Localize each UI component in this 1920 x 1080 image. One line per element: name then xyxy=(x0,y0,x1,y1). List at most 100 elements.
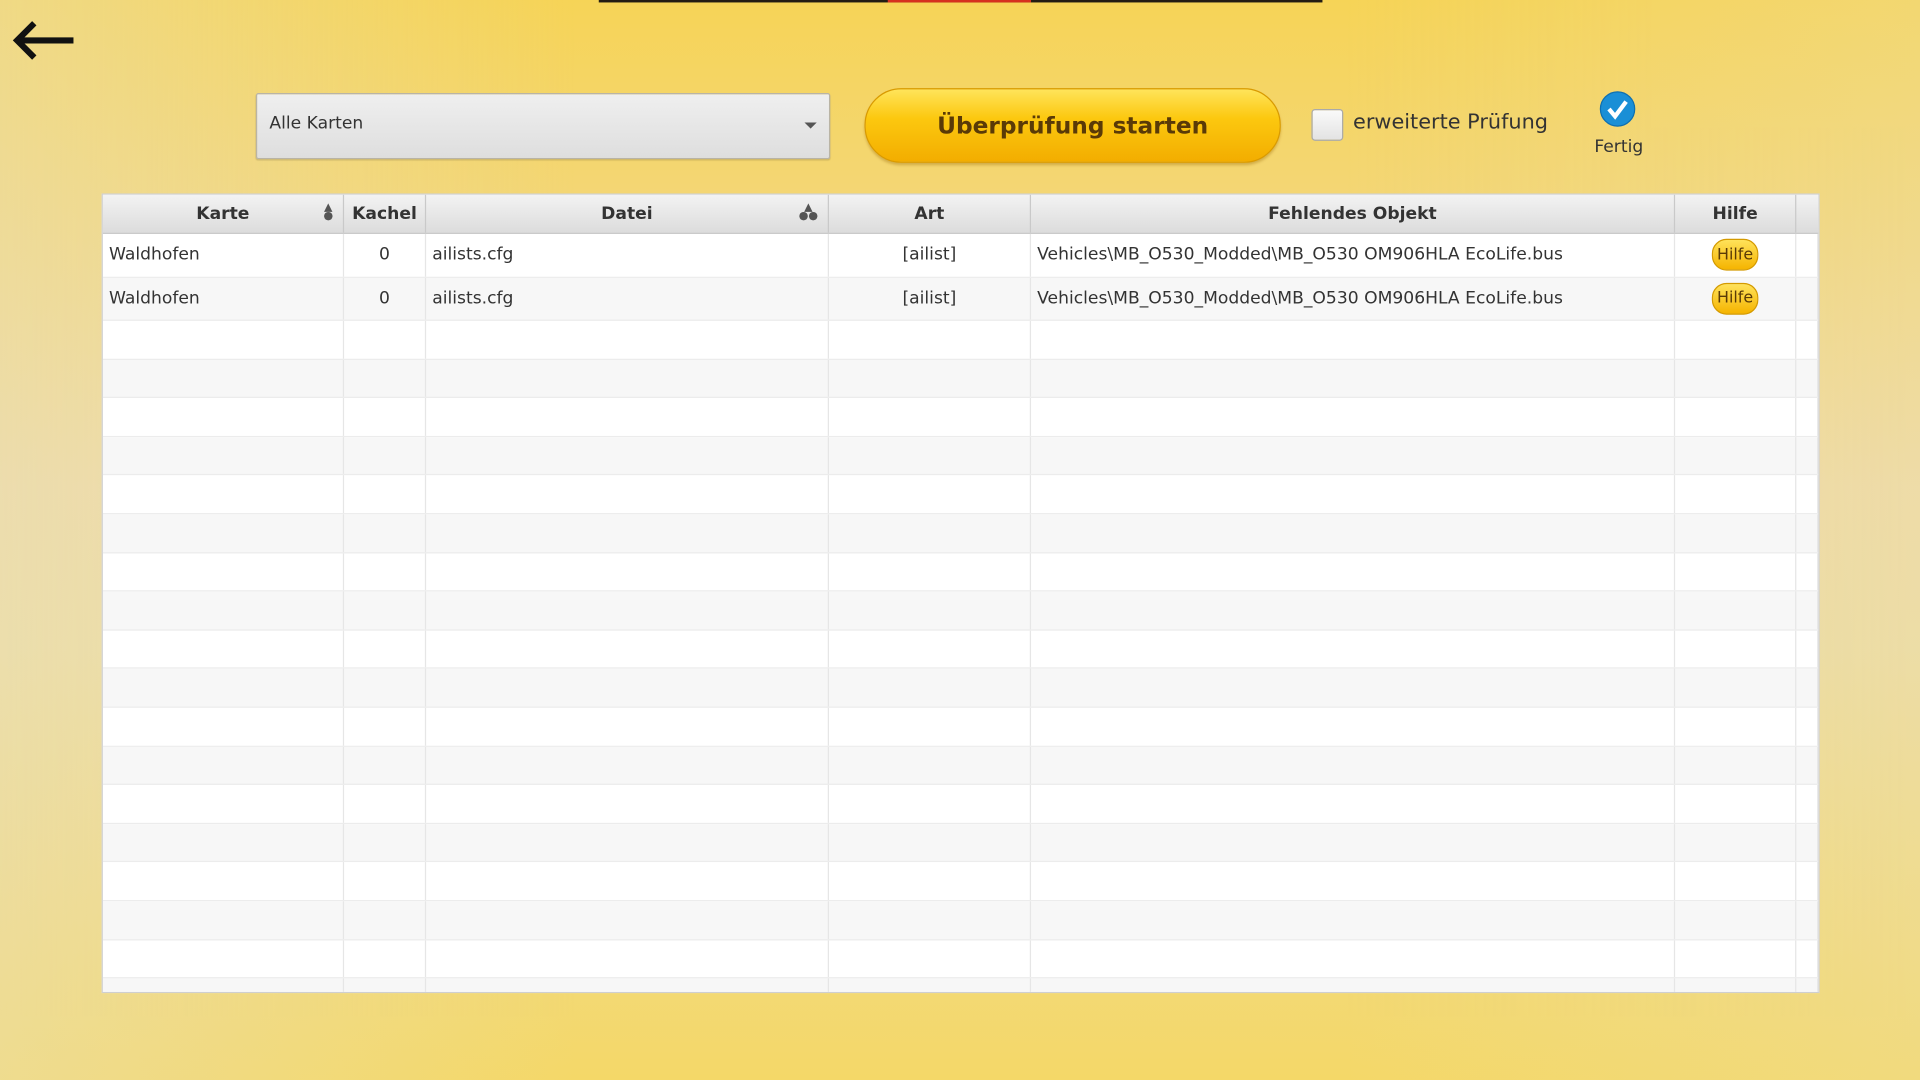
column-header-datei[interactable]: Datei ▲ ●● xyxy=(426,194,829,233)
empty-table-row xyxy=(102,436,1819,476)
cell-filler xyxy=(1796,978,1819,992)
cell-text: [ailist] xyxy=(902,288,957,309)
empty-table-row xyxy=(102,785,1819,824)
checkmark-done-icon xyxy=(1599,91,1636,127)
cell-kachel xyxy=(344,785,427,823)
cell-datei xyxy=(426,785,829,823)
cell-art xyxy=(829,707,1032,746)
cell-karte xyxy=(103,514,345,552)
cell-karte xyxy=(103,746,345,784)
cell-karte xyxy=(103,669,345,707)
cell-karte xyxy=(103,475,345,514)
column-header-karte[interactable]: Karte ▲ ● xyxy=(103,194,345,233)
start-check-button[interactable]: Überprüfung starten xyxy=(864,88,1281,163)
sort-icon: ▲ ●● xyxy=(798,202,818,223)
cell-objekt xyxy=(1031,939,1676,978)
cell-karte xyxy=(103,398,345,436)
extended-check-checkbox[interactable] xyxy=(1311,108,1344,141)
empty-table-row xyxy=(102,359,1819,399)
cell-objekt xyxy=(1031,552,1676,591)
cell-kachel xyxy=(344,320,427,359)
cell-hilfe xyxy=(1675,591,1797,630)
cell-datei xyxy=(426,552,829,591)
cell-hilfe xyxy=(1675,359,1797,397)
cell-datei xyxy=(426,901,829,939)
empty-table-row xyxy=(102,978,1819,992)
empty-table-row xyxy=(102,901,1819,940)
cell-datei xyxy=(426,823,829,862)
cell-objekt xyxy=(1031,785,1676,823)
cell-filler xyxy=(1796,552,1819,591)
cell-text: Waldhofen xyxy=(108,245,200,265)
cell-karte xyxy=(103,862,345,900)
cell-datei xyxy=(426,514,829,552)
back-arrow-icon[interactable] xyxy=(7,17,78,64)
cell-filler xyxy=(1796,823,1819,862)
column-header-fehlendes-objekt[interactable]: Fehlendes Objekt xyxy=(1031,194,1676,233)
cell-text: ailists.cfg xyxy=(432,288,514,309)
table-row[interactable]: Waldhofen 0 ailists.cfg [ailist] Vehicles\MB… xyxy=(102,277,1819,321)
cell-kachel xyxy=(344,591,427,630)
cell-objekt xyxy=(1031,320,1676,359)
cell-objekt xyxy=(1031,398,1676,436)
cell-filler xyxy=(1796,591,1819,630)
progress-bar xyxy=(598,0,1323,3)
cell-datei xyxy=(426,398,829,436)
cell-karte xyxy=(103,707,345,746)
cell-kachel xyxy=(344,823,427,862)
cell-datei xyxy=(426,630,829,668)
cell-art xyxy=(829,669,1032,707)
map-select-dropdown[interactable]: Alle Karten xyxy=(255,93,831,160)
column-label: Art xyxy=(914,204,945,225)
cell-karte xyxy=(103,436,345,475)
cell-objekt xyxy=(1031,669,1676,707)
empty-table-row xyxy=(102,707,1819,747)
cell-objekt xyxy=(1031,746,1676,784)
cell-filler xyxy=(1796,669,1819,707)
cell-hilfe xyxy=(1675,320,1797,359)
table-row[interactable]: Waldhofen 0 ailists.cfg [ailist] Vehicles\MB… xyxy=(102,233,1819,278)
cell-kachel: 0 xyxy=(344,233,427,277)
column-label: Datei xyxy=(601,204,653,225)
help-button[interactable]: Hilfe xyxy=(1711,282,1759,315)
column-header-kachel[interactable]: Kachel xyxy=(344,194,427,233)
empty-table-row xyxy=(102,591,1819,631)
extended-check-label: erweiterte Prüfung xyxy=(1353,110,1549,135)
column-header-art[interactable]: Art xyxy=(829,194,1032,233)
cell-objekt xyxy=(1031,591,1676,630)
cell-kachel xyxy=(344,862,427,900)
cell-kachel xyxy=(344,552,427,591)
cell-art xyxy=(829,591,1032,630)
map-select-value: Alle Karten xyxy=(269,113,364,134)
column-label: Kachel xyxy=(352,204,417,225)
cell-objekt xyxy=(1031,707,1676,746)
help-button[interactable]: Hilfe xyxy=(1711,239,1759,271)
cell-filler xyxy=(1796,320,1819,359)
cell-datei xyxy=(426,436,829,475)
cell-karte xyxy=(103,901,345,939)
cell-hilfe xyxy=(1675,746,1797,784)
table-header: Karte ▲ ● Kachel Datei ▲ ●● Art Fehlendes Ob… xyxy=(102,194,1819,234)
cell-objekt: Vehicles\MB_O530_Modded\MB_O530 OM906HLA… xyxy=(1031,233,1676,277)
cell-art: [ailist] xyxy=(829,277,1032,320)
cell-filler xyxy=(1796,359,1819,397)
cell-filler xyxy=(1796,630,1819,668)
cell-hilfe xyxy=(1675,514,1797,552)
cell-kachel xyxy=(344,514,427,552)
cell-datei xyxy=(426,475,829,514)
column-header-hilfe[interactable]: Hilfe xyxy=(1675,194,1797,233)
cell-objekt: Vehicles\MB_O530_Modded\MB_O530 OM906HLA… xyxy=(1031,277,1676,320)
cell-kachel xyxy=(344,630,427,668)
empty-table-row xyxy=(102,320,1819,360)
cell-hilfe xyxy=(1675,785,1797,823)
cell-hilfe xyxy=(1675,823,1797,862)
column-label: Karte xyxy=(196,204,250,225)
cell-hilfe xyxy=(1675,398,1797,436)
cell-filler xyxy=(1796,514,1819,552)
cell-art xyxy=(829,436,1032,475)
cell-objekt xyxy=(1031,359,1676,397)
cell-hilfe xyxy=(1675,978,1797,992)
cell-filler xyxy=(1796,475,1819,514)
status-label: Fertig xyxy=(1594,137,1644,157)
cell-kachel xyxy=(344,978,427,992)
